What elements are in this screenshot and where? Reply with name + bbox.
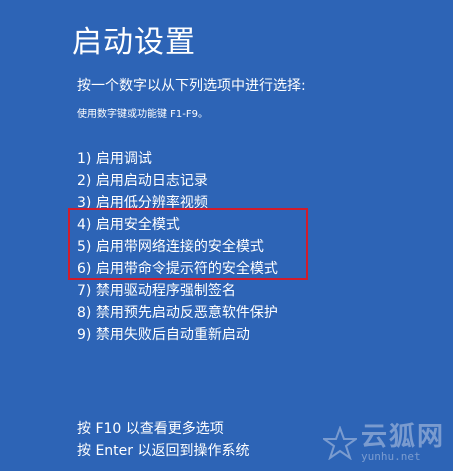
key-hint-text: 使用数字键或功能键 F1-F9。	[77, 109, 209, 120]
page-title: 启动设置	[72, 25, 196, 60]
footer: 按 F10 以查看更多选项 按 Enter 以返回到操作系统	[77, 418, 249, 462]
watermark-name: 云狐网	[360, 422, 445, 452]
option-enable-debugging[interactable]: 1) 启用调试	[77, 148, 278, 170]
option-enable-low-resolution-video[interactable]: 3) 启用低分辨率视频	[77, 192, 278, 214]
watermark: 云狐网 yunhu.net	[322, 422, 445, 463]
instruction-text: 按一个数字以从下列选项中进行选择:	[77, 78, 306, 94]
star-icon	[322, 426, 357, 460]
option-disable-auto-restart[interactable]: 9) 禁用失败后自动重新启动	[77, 324, 278, 346]
startup-options-list: 1) 启用调试 2) 启用启动日志记录 3) 启用低分辨率视频 4) 启用安全模…	[77, 148, 278, 346]
option-enable-safe-mode-networking[interactable]: 5) 启用带网络连接的安全模式	[77, 236, 278, 258]
option-enable-safe-mode-command-prompt[interactable]: 6) 启用带命令提示符的安全模式	[77, 258, 278, 280]
more-options-link[interactable]: 按 F10 以查看更多选项	[77, 418, 249, 440]
return-to-os-link[interactable]: 按 Enter 以返回到操作系统	[77, 440, 249, 462]
watermark-url: yunhu.net	[360, 450, 421, 463]
option-disable-driver-signature-enforcement[interactable]: 7) 禁用驱动程序强制签名	[77, 280, 278, 302]
option-disable-early-launch-antimalware[interactable]: 8) 禁用预先启动反恶意软件保护	[77, 302, 278, 324]
option-enable-safe-mode[interactable]: 4) 启用安全模式	[77, 214, 278, 236]
option-enable-boot-logging[interactable]: 2) 启用启动日志记录	[77, 170, 278, 192]
